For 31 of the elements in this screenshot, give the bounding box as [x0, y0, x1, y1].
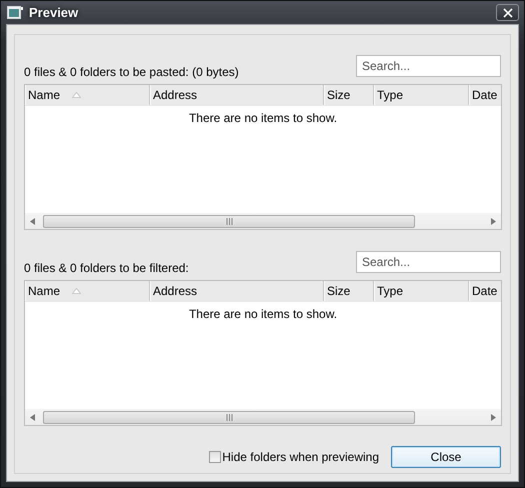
column-header[interactable]: Address — [150, 281, 324, 301]
close-button[interactable]: Close — [391, 446, 501, 468]
scroll-left-icon[interactable] — [30, 218, 35, 224]
column-header[interactable]: Address — [150, 85, 324, 105]
column-header[interactable]: Size — [324, 281, 374, 301]
column-header[interactable]: Date — [469, 85, 501, 105]
column-header[interactable]: Size — [324, 85, 374, 105]
column-header[interactable]: Type — [374, 85, 469, 105]
scroll-right-icon[interactable] — [491, 218, 496, 224]
empty-message: There are no items to show. — [188, 111, 338, 125]
checkbox[interactable] — [209, 451, 222, 463]
scroll-left-icon[interactable] — [30, 414, 35, 420]
scrollbar-thumb[interactable] — [43, 410, 415, 424]
window-icon — [7, 6, 23, 20]
column-header[interactable]: Type — [374, 281, 469, 301]
search-field[interactable]: Search... — [356, 251, 501, 273]
window-title: Preview — [29, 5, 80, 20]
column-header[interactable]: Name — [25, 281, 150, 301]
close-button[interactable] — [496, 4, 519, 21]
horizontal-scrollbar[interactable] — [25, 213, 501, 229]
empty-message: There are no items to show. — [188, 307, 338, 321]
horizontal-scrollbar[interactable] — [25, 409, 501, 425]
section-label: 0 files & 0 folders to be pasted: (0 bytes) — [24, 65, 239, 79]
scrollbar-thumb[interactable] — [43, 214, 415, 228]
section-label: 0 files & 0 folders to be filtered: — [24, 261, 189, 275]
column-header[interactable]: Date — [469, 281, 501, 301]
column-header[interactable]: Name — [25, 85, 150, 105]
scroll-right-icon[interactable] — [491, 414, 496, 420]
search-field[interactable]: Search... — [356, 55, 501, 77]
checkbox-label[interactable]: Hide folders when previewing — [222, 450, 379, 464]
close-icon — [502, 8, 512, 18]
